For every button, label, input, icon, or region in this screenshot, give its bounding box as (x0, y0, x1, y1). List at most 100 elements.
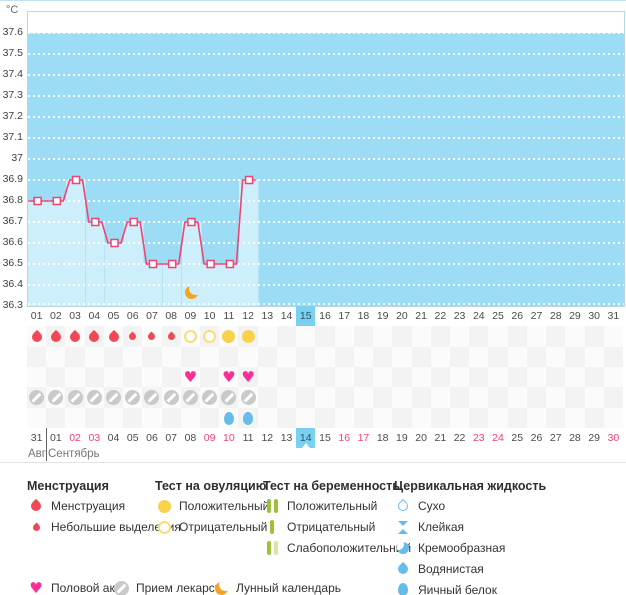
entry-cell[interactable] (103, 367, 124, 387)
entry-cell[interactable] (84, 367, 104, 387)
entry-cell[interactable] (27, 326, 47, 347)
calendar-day-cell[interactable]: 30 (604, 428, 623, 448)
entry-cell[interactable] (238, 326, 258, 347)
entry-cell[interactable] (469, 408, 489, 428)
entry-cell[interactable] (488, 326, 508, 347)
entry-cell[interactable] (180, 347, 201, 367)
entry-cell[interactable] (142, 347, 162, 367)
cycle-day-cell[interactable]: 08 (162, 306, 181, 326)
cycle-day-cell[interactable]: 22 (431, 306, 450, 326)
entry-cell[interactable] (65, 387, 85, 408)
entry-cell[interactable] (65, 326, 85, 347)
entry-cell[interactable] (449, 347, 470, 367)
entry-cell[interactable]: ♥ (180, 367, 201, 387)
entry-cell[interactable] (373, 347, 393, 367)
entry-cell[interactable] (411, 387, 431, 408)
calendar-day-cell[interactable]: 15 (315, 428, 334, 448)
cycle-day-cell[interactable]: 25 (488, 306, 507, 326)
entry-cell[interactable] (46, 387, 66, 408)
entry-cell[interactable] (546, 326, 566, 347)
calendar-day-cell[interactable]: 23 (469, 428, 488, 448)
entry-cell[interactable] (469, 347, 489, 367)
entry-cell[interactable] (315, 387, 335, 408)
cycle-day-cell[interactable]: 31 (604, 306, 623, 326)
entry-cell[interactable] (296, 347, 316, 367)
entry-cell[interactable] (334, 408, 354, 428)
entry-cell[interactable] (392, 387, 412, 408)
entry-cell[interactable] (488, 367, 508, 387)
entry-cell[interactable] (84, 387, 104, 408)
entry-cell[interactable] (27, 367, 47, 387)
calendar-day-cell[interactable]: 16 (335, 428, 354, 448)
entry-cell[interactable] (257, 367, 277, 387)
entry-cell[interactable] (46, 326, 66, 347)
entry-cell[interactable]: ♥ (238, 367, 258, 387)
entry-cell[interactable] (430, 408, 450, 428)
entry-cell[interactable] (353, 326, 374, 347)
entry-cell[interactable] (200, 367, 220, 387)
calendar-day-cell[interactable]: 31 (27, 428, 46, 448)
calendar-day-cell[interactable]: 01 (46, 428, 65, 448)
entry-cell[interactable] (469, 387, 489, 408)
entry-cell[interactable] (46, 408, 66, 428)
calendar-day-cell[interactable]: 07 (162, 428, 181, 448)
entry-cell[interactable] (180, 408, 201, 428)
entry-cell[interactable] (488, 408, 508, 428)
entry-cell[interactable] (238, 387, 258, 408)
entry-cell[interactable] (103, 326, 124, 347)
calendar-day-cell[interactable]: 10 (219, 428, 238, 448)
entry-cell[interactable]: ♥ (219, 367, 239, 387)
temperature-point-marker[interactable] (129, 217, 138, 227)
entry-cell[interactable] (103, 408, 124, 428)
entry-cell[interactable] (257, 326, 277, 347)
entry-cell[interactable] (27, 408, 47, 428)
calendar-day-cell[interactable]: 26 (527, 428, 546, 448)
calendar-day-cell[interactable]: 17 (354, 428, 373, 448)
cycle-day-cell[interactable]: 20 (392, 306, 411, 326)
temperature-point-marker[interactable] (91, 217, 100, 227)
entry-cell[interactable] (142, 326, 162, 347)
entry-cell[interactable] (373, 387, 393, 408)
entry-cell[interactable] (488, 347, 508, 367)
entry-cell[interactable] (411, 408, 431, 428)
entry-cell[interactable] (334, 326, 354, 347)
cycle-day-cell[interactable]: 16 (315, 306, 334, 326)
entry-cell[interactable] (103, 347, 124, 367)
entry-cell[interactable] (469, 367, 489, 387)
entry-cell[interactable] (296, 367, 316, 387)
entry-cell[interactable] (296, 408, 316, 428)
calendar-day-cell[interactable]: 06 (142, 428, 161, 448)
temperature-point-marker[interactable] (244, 175, 254, 185)
calendar-day-cell[interactable]: 18 (373, 428, 392, 448)
entry-cell[interactable] (276, 347, 297, 367)
entry-cell[interactable] (84, 347, 104, 367)
entry-cell[interactable] (373, 408, 393, 428)
temperature-point-marker[interactable] (71, 175, 81, 185)
entry-cell[interactable] (84, 408, 104, 428)
entry-cell[interactable] (219, 387, 239, 408)
entry-cell[interactable] (546, 347, 566, 367)
cycle-day-cell[interactable]: 30 (585, 306, 604, 326)
entry-cell[interactable] (373, 326, 393, 347)
temperature-point-marker[interactable] (148, 259, 158, 269)
entry-cell[interactable] (27, 387, 47, 408)
cycle-day-cell[interactable]: 01 (27, 306, 46, 326)
entry-cell[interactable] (84, 326, 104, 347)
entry-cell[interactable] (296, 387, 316, 408)
entry-cell[interactable] (584, 367, 604, 387)
cycle-day-cell[interactable]: 06 (123, 306, 142, 326)
entry-cell[interactable] (546, 367, 566, 387)
cycle-day-cell[interactable]: 04 (85, 306, 104, 326)
entry-cell[interactable] (200, 347, 220, 367)
calendar-day-cell[interactable]: 19 (392, 428, 411, 448)
entry-cell[interactable] (430, 387, 450, 408)
cycle-day-cell[interactable]: 19 (373, 306, 392, 326)
entry-cell[interactable] (315, 347, 335, 367)
entry-cell[interactable] (123, 326, 143, 347)
entry-cell[interactable] (469, 326, 489, 347)
entry-cell[interactable] (65, 367, 85, 387)
entry-cell[interactable] (296, 326, 316, 347)
cycle-day-cell[interactable]: 14 (277, 306, 296, 326)
entry-cell[interactable] (142, 408, 162, 428)
entry-cell[interactable] (449, 326, 470, 347)
